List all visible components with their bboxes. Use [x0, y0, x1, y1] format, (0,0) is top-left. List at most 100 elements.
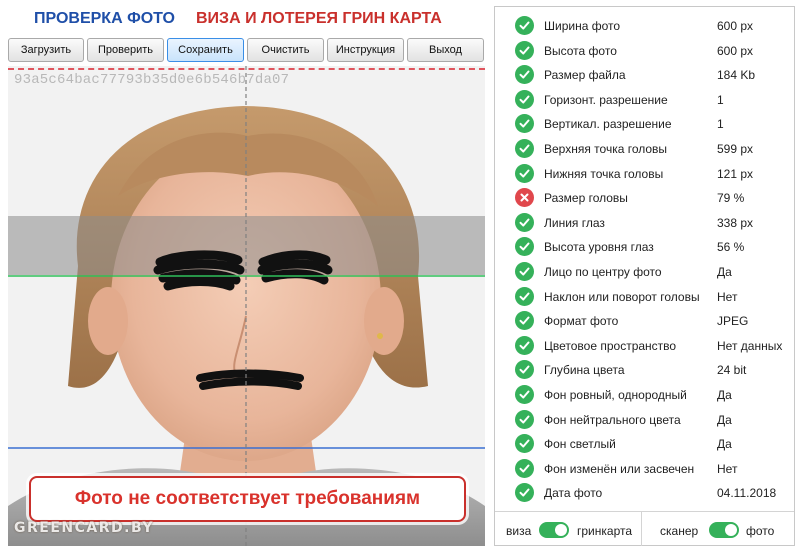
check-label: Нижняя точка головы [544, 166, 664, 181]
check-value: 600 px [717, 43, 754, 58]
check-row: Горизонт. разрешение 1 [495, 88, 794, 112]
check-value: 1 [717, 92, 724, 107]
check-row: Цветовое пространство Нет данных [495, 334, 794, 358]
check-value: 600 px [717, 19, 754, 33]
check-ok-icon [515, 434, 534, 454]
check-row: Глубина цвета 24 bit [495, 358, 794, 382]
check-value: Да [717, 388, 732, 402]
check-ok-icon [515, 262, 534, 281]
check-value: 184 Kb [717, 68, 756, 83]
check-value: JPEG [717, 314, 749, 329]
check-row: Ширина фото 600 px [495, 14, 794, 38]
check-value: Да [717, 437, 732, 452]
check-ok-icon [515, 385, 534, 404]
check-row: Нижняя точка головы 121 px [495, 162, 794, 186]
exit-button[interactable]: Выход [407, 38, 484, 62]
mode-toggles: виза гринкарта сканер фото [495, 511, 794, 546]
check-label: Вертикал. разрешение [544, 117, 672, 132]
check-row: Фон ровный, однородный Да [495, 383, 794, 407]
check-label: Фон светлый [544, 437, 616, 452]
check-ok-icon [515, 237, 534, 257]
verdict-banner: Фото не соответствует требованиям [29, 476, 466, 522]
app-header: ПРОВЕРКА ФОТО ВИЗА И ЛОТЕРЕЯ ГРИН КАРТА [0, 0, 490, 36]
check-label: Верхняя точка головы [544, 142, 668, 156]
check-value: 04.11.2018 [717, 486, 777, 501]
checks-panel: Ширина фото 600 px Высота фото 600 px Размер… [494, 6, 795, 546]
check-label: Цветовое пространство [544, 338, 677, 353]
greencard-label: гринкарта [577, 524, 633, 538]
check-label: Фон изменён или засвечен [544, 461, 695, 476]
top-guide-line [8, 68, 485, 70]
check-value: 1 [717, 117, 724, 132]
check-value: 24 bit [717, 363, 747, 378]
check-value: Да [717, 265, 732, 279]
check-row: Наклон или поворот головы Нет [495, 285, 794, 309]
check-label: Ширина фото [544, 19, 621, 33]
check-row: Верхняя точка головы 599 px [495, 137, 794, 161]
check-value: Нет [717, 289, 738, 304]
check-row: Формат фото JPEG [495, 309, 794, 333]
check-ok-icon [515, 458, 534, 478]
check-row: Высота фото 600 px [495, 39, 794, 63]
check-ok-icon [515, 139, 534, 158]
check-label: Размер файла [544, 68, 626, 83]
check-label: Глубина цвета [544, 363, 625, 378]
instructions-button[interactable]: Инструкция [327, 38, 404, 62]
check-ok-icon [515, 311, 534, 331]
check-row: Размер головы 79 % [495, 186, 794, 210]
check-ok-icon [515, 89, 534, 109]
check-fail-icon [515, 188, 534, 208]
check-label: Дата фото [544, 486, 603, 501]
check-ok-icon [515, 114, 534, 134]
scanner-photo-toggle[interactable] [709, 522, 739, 538]
check-label: Высота фото [544, 43, 617, 58]
check-button[interactable]: Проверить [87, 38, 164, 62]
check-row: Лицо по центру фото Да [495, 260, 794, 284]
check-value: Да [717, 412, 732, 427]
check-ok-icon [515, 163, 534, 183]
check-label: Линия глаз [544, 215, 605, 230]
footer-divider [641, 512, 642, 546]
portrait-photo [8, 66, 485, 546]
scanner-label: сканер [660, 524, 699, 538]
check-ok-icon [515, 483, 534, 503]
check-row: Вертикал. разрешение 1 [495, 112, 794, 136]
watermark-text: GREENCARD.BY [14, 520, 154, 536]
check-row: Высота уровня глаз 56 % [495, 235, 794, 259]
check-row: Линия глаз 338 px [495, 211, 794, 235]
check-label: Наклон или поворот головы [544, 289, 700, 304]
check-value: 79 % [717, 191, 745, 206]
check-row: Фон нейтрального цвета Да [495, 408, 794, 432]
check-label: Высота уровня глаз [544, 240, 654, 255]
check-ok-icon [515, 212, 534, 232]
check-row: Дата фото 04.11.2018 [495, 481, 794, 505]
app-subtitle: ВИЗА И ЛОТЕРЕЯ ГРИН КАРТА [196, 10, 442, 27]
check-ok-icon [515, 360, 534, 380]
check-ok-icon [515, 409, 534, 429]
check-label: Формат фото [544, 314, 619, 329]
check-value: Нет данных [717, 338, 783, 353]
visa-label: виза [506, 524, 532, 538]
check-ok-icon [515, 40, 534, 60]
check-row: Фон изменён или засвечен Нет [495, 457, 794, 481]
check-label: Горизонт. разрешение [544, 92, 668, 107]
check-value: 121 px [717, 166, 754, 181]
photo-file-id: 93a5c64bac77793b35d0e6b546b7da07 [14, 72, 290, 88]
photo-preview[interactable]: 93a5c64bac77793b35d0e6b546b7da07 Фото не… [8, 66, 485, 546]
check-value: 338 px [717, 215, 754, 230]
save-button[interactable]: Сохранить [167, 38, 244, 62]
check-row: Размер файла 184 Kb [495, 63, 794, 87]
check-ok-icon [515, 65, 534, 85]
load-button[interactable]: Загрузить [8, 38, 84, 62]
clear-button[interactable]: Очистить [247, 38, 324, 62]
check-value: 56 % [717, 240, 745, 255]
check-value: 599 px [717, 142, 754, 156]
check-ok-icon [515, 16, 534, 35]
photo-label: фото [746, 524, 775, 538]
check-row: Фон светлый Да [495, 432, 794, 456]
check-label: Размер головы [544, 191, 628, 206]
check-value: Нет [717, 461, 738, 476]
check-ok-icon [515, 286, 534, 306]
app-title: ПРОВЕРКА ФОТО [34, 10, 175, 27]
visa-greencard-toggle[interactable] [539, 522, 569, 538]
